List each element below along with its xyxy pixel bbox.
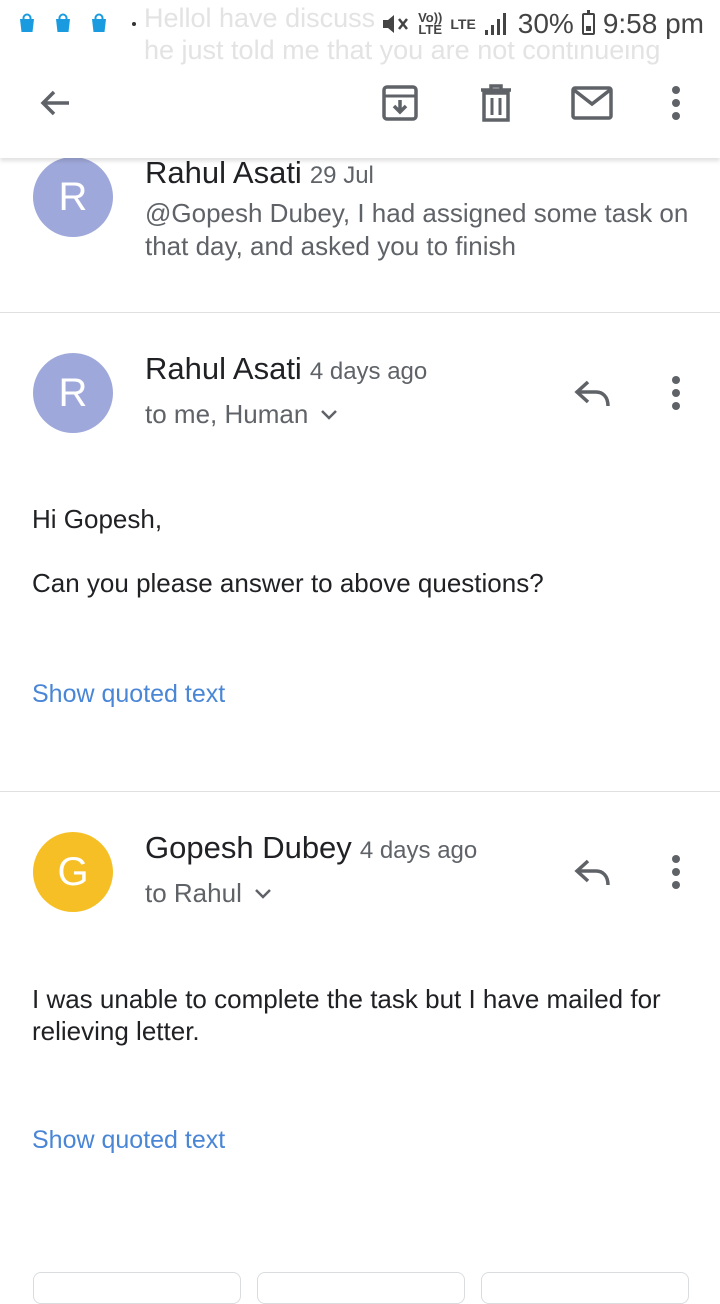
avatar: R (33, 157, 113, 237)
expanded-message: R Rahul Asati 4 days ago to me, Human Hi … (0, 313, 720, 790)
delete-icon (481, 84, 511, 122)
mute-icon (383, 15, 409, 33)
forward-chip[interactable] (481, 1272, 689, 1304)
back-button[interactable] (30, 78, 80, 128)
reply-actions-bar (0, 1272, 720, 1304)
battery-icon (581, 10, 595, 35)
message-body: I was unable to complete the task but I … (32, 984, 661, 1046)
recipients-toggle[interactable]: to me, Human (145, 399, 338, 430)
more-vert-icon (672, 376, 680, 410)
recipients-text: to Rahul (145, 878, 242, 908)
battery-percent: 30% (517, 8, 574, 39)
recipients-toggle[interactable]: to Rahul (145, 878, 272, 909)
message-header: Rahul Asati 29 Jul (145, 155, 374, 191)
more-vert-icon (672, 855, 680, 889)
archive-icon (382, 85, 418, 121)
message-date: 4 days ago (359, 837, 478, 864)
message-date: 4 days ago (309, 358, 428, 385)
mark-unread-icon (571, 86, 613, 120)
show-quoted-text-link[interactable]: Show quoted text (32, 680, 225, 709)
status-icons: Vo)) LTE LTE 30% 9:58 pm (374, 6, 704, 42)
lte-indicator: LTE (450, 16, 476, 32)
delete-button[interactable] (471, 78, 521, 128)
volte-indicator: Vo)) LTE (418, 10, 443, 37)
status-bar: Hellol have discussed for Rahul sir and … (0, 0, 720, 65)
more-options-button[interactable] (651, 78, 701, 128)
message-body: Hi Gopesh, Can you please answer to abov… (32, 503, 692, 599)
recipients-text: to me, Human (145, 399, 309, 429)
back-arrow-icon (40, 90, 69, 116)
shopping-bag-icon (20, 13, 34, 32)
chevron-down-icon (321, 409, 338, 420)
chevron-down-icon (254, 888, 271, 899)
reply-chip[interactable] (33, 1272, 241, 1304)
reply-button[interactable] (570, 371, 616, 417)
message-more-button[interactable] (656, 849, 696, 895)
sender-name: Rahul Asati (145, 155, 302, 190)
sender-name: Rahul Asati (145, 351, 302, 386)
avatar[interactable]: R (33, 353, 113, 433)
sender-name: Gopesh Dubey (145, 830, 352, 865)
mark-unread-button[interactable] (567, 78, 617, 128)
notification-dot (132, 22, 136, 26)
shopping-bag-icon (56, 13, 70, 32)
body-line: Hi Gopesh, (32, 504, 163, 534)
message-date: 29 Jul (309, 162, 374, 189)
clock: 9:58 pm (602, 8, 704, 39)
body-line: Can you please answer to above questions… (32, 568, 544, 598)
reply-button[interactable] (570, 850, 616, 896)
message-more-button[interactable] (656, 370, 696, 416)
reply-icon (574, 859, 610, 886)
reply-all-chip[interactable] (257, 1272, 465, 1304)
more-vert-icon (672, 86, 680, 120)
expanded-message: G Gopesh Dubey 4 days ago to Rahul I was … (0, 792, 720, 1272)
show-quoted-text-link[interactable]: Show quoted text (32, 1126, 225, 1155)
message-snippet: @Gopesh Dubey, I had assigned some task … (145, 198, 689, 261)
avatar[interactable]: G (33, 832, 113, 912)
archive-button[interactable] (375, 78, 425, 128)
shopping-bag-icon (92, 13, 106, 32)
message-header: Gopesh Dubey 4 days ago (145, 830, 477, 866)
reply-icon (574, 380, 610, 407)
signal-icon (484, 13, 506, 35)
message-header: Rahul Asati 4 days ago (145, 351, 427, 387)
